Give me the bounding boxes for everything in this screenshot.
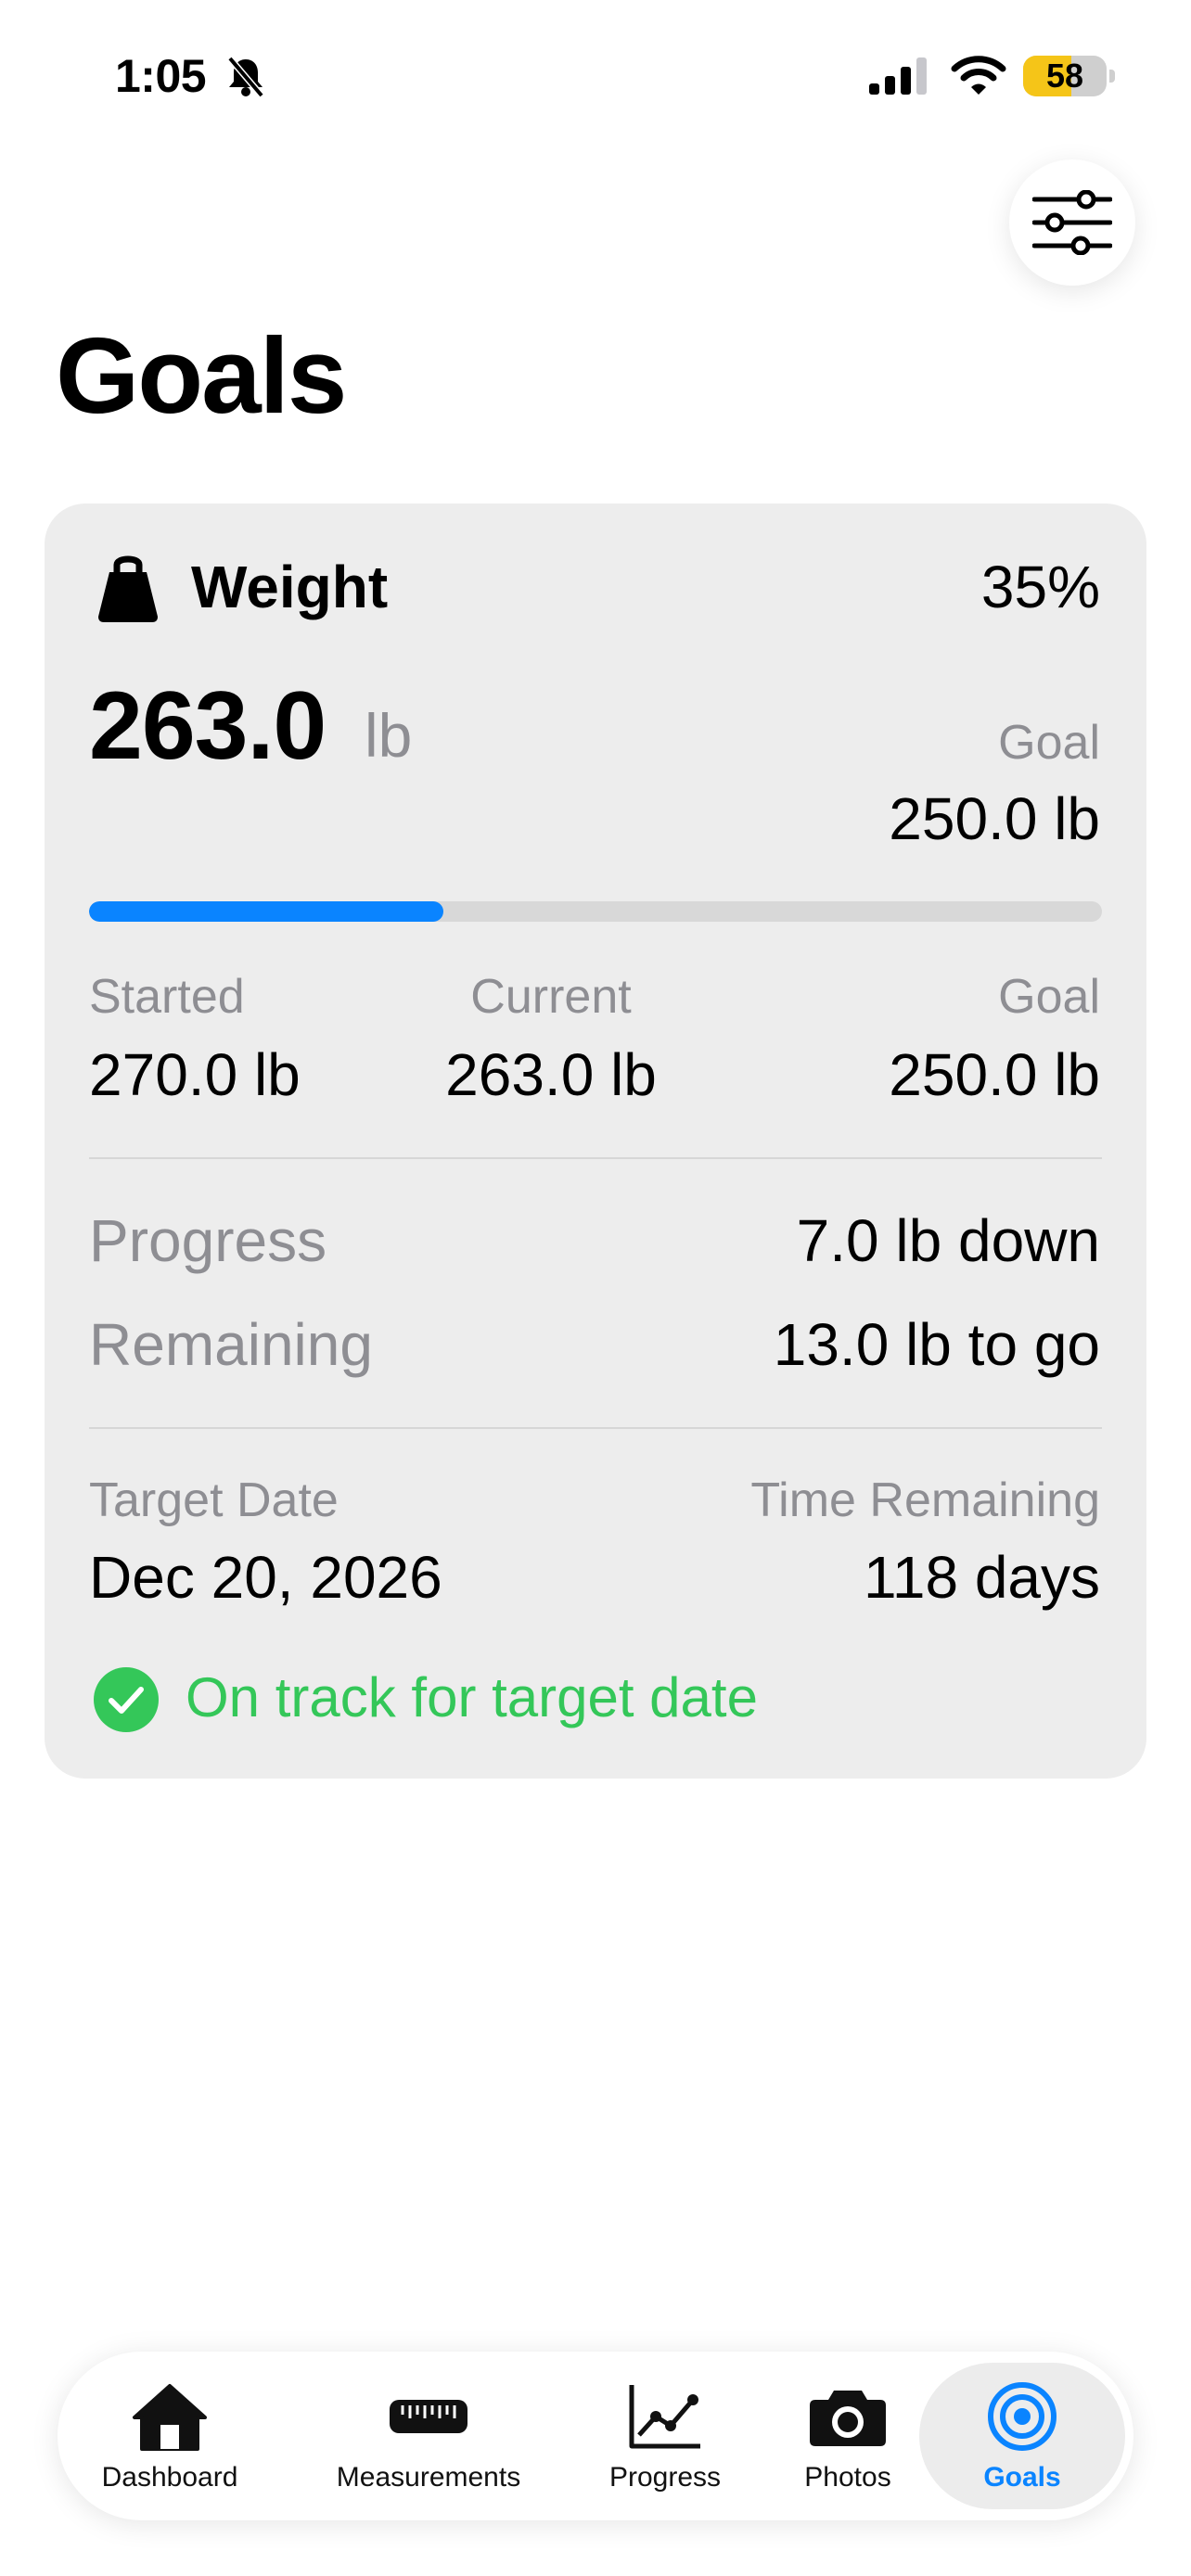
goal-stat-value: 250.0 lb <box>889 1041 1100 1108</box>
tab-dashboard[interactable]: Dashboard <box>95 2352 245 2520</box>
camera-icon <box>806 2379 890 2454</box>
goal-percent: 35% <box>980 554 1100 620</box>
progress-bar <box>89 901 1102 922</box>
started-value: 270.0 lb <box>89 1041 301 1108</box>
tab-photos[interactable]: Photos <box>783 2352 913 2520</box>
cellular-signal-icon <box>867 56 932 96</box>
tab-label: Dashboard <box>101 2462 238 2493</box>
target-icon <box>980 2379 1064 2454</box>
current-weight-unit: lb <box>365 701 413 770</box>
wifi-icon <box>951 56 1006 96</box>
sliders-icon <box>1032 190 1112 255</box>
tab-label: Photos <box>804 2462 891 2493</box>
filter-button[interactable] <box>1009 159 1135 286</box>
progress-value: 7.0 lb down <box>796 1207 1100 1274</box>
tab-label: Progress <box>608 2462 722 2493</box>
tab-bar: Dashboard Measurements Progress Photos G… <box>58 2352 1133 2520</box>
target-date-value: Dec 20, 2026 <box>89 1544 442 1611</box>
page-title: Goals <box>56 315 347 436</box>
tab-measurements[interactable]: Measurements <box>317 2352 540 2520</box>
divider <box>89 1157 1102 1159</box>
status-text: On track for target date <box>186 1666 758 1728</box>
weight-goal-card[interactable]: Weight 35% 263.0 lb Goal 250.0 lb Starte… <box>45 504 1146 1779</box>
kettlebell-icon <box>95 552 161 622</box>
goal-stat-label: Goal <box>998 970 1100 1024</box>
house-icon <box>128 2379 211 2454</box>
target-date-label: Target Date <box>89 1473 339 1527</box>
current-weight-value: 263.0 <box>89 672 327 780</box>
battery-percent: 58 <box>1045 57 1084 95</box>
goal-label: Goal <box>998 716 1100 770</box>
tab-goals[interactable]: Goals <box>948 2352 1096 2520</box>
tab-progress[interactable]: Progress <box>596 2352 735 2520</box>
ruler-icon <box>387 2379 470 2454</box>
current-value: 263.0 lb <box>445 1041 657 1108</box>
checkmark-circle-icon <box>93 1666 160 1733</box>
status-time: 1:05 <box>115 50 207 102</box>
remaining-value: 13.0 lb to go <box>773 1311 1100 1378</box>
tab-label: Goals <box>983 2462 1061 2493</box>
time-remaining-value: 118 days <box>864 1544 1100 1611</box>
tab-label: Measurements <box>336 2462 521 2493</box>
current-label: Current <box>470 970 632 1024</box>
divider <box>89 1427 1102 1429</box>
progress-label: Progress <box>89 1207 327 1274</box>
line-chart-icon <box>623 2379 707 2454</box>
goal-title: Weight <box>191 554 389 620</box>
time-remaining-label: Time Remaining <box>750 1473 1100 1527</box>
remaining-label: Remaining <box>89 1311 373 1378</box>
bell-slash-icon <box>223 56 269 98</box>
battery-icon: 58 <box>1023 56 1116 96</box>
goal-value: 250.0 lb <box>889 785 1100 852</box>
progress-bar-fill <box>89 901 444 922</box>
started-label: Started <box>89 970 245 1024</box>
